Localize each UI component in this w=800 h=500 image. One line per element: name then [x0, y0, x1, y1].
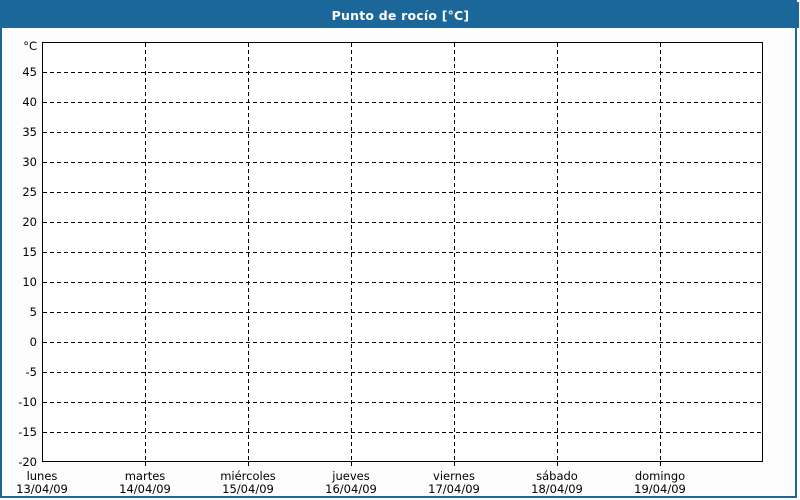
gridline-horizontal	[43, 432, 762, 433]
gridline-horizontal	[43, 372, 762, 373]
gridline-vertical	[557, 43, 558, 461]
gridline-horizontal	[43, 402, 762, 403]
y-axis-tick-label: 40	[22, 95, 37, 109]
gridline-horizontal	[43, 282, 762, 283]
gridline-horizontal	[43, 342, 762, 343]
gridline-vertical	[145, 43, 146, 461]
y-axis-tick-label: -15	[18, 425, 37, 439]
chart-title: Punto de rocío [°C]	[331, 7, 470, 23]
gridline-vertical	[454, 43, 455, 461]
x-axis-date-label: 19/04/09	[634, 482, 686, 496]
x-axis-tick	[351, 462, 352, 466]
chart-window: Punto de rocío [°C] °C 45 40 35 30 25 20 15 10 5 0…	[0, 0, 800, 500]
gridline-vertical	[248, 43, 249, 461]
y-axis-tick-label: -20	[18, 455, 37, 469]
y-axis-tick-label: 10	[22, 275, 37, 289]
y-axis-tick-label: 15	[22, 245, 37, 259]
gridline-horizontal	[43, 252, 762, 253]
y-axis-tick-label: 30	[22, 155, 37, 169]
x-axis-date-label: 14/04/09	[119, 482, 171, 496]
gridline-horizontal	[43, 102, 762, 103]
gridline-vertical	[660, 43, 661, 461]
x-axis-date-label: 17/04/09	[428, 482, 480, 496]
x-axis-tick	[557, 462, 558, 466]
x-axis-tick	[660, 462, 661, 466]
gridline-horizontal	[43, 72, 762, 73]
gridline-horizontal	[43, 132, 762, 133]
gridline-vertical	[351, 43, 352, 461]
y-axis-tick-label: 25	[22, 185, 37, 199]
y-axis-tick-label: -10	[18, 395, 37, 409]
y-axis-tick-label: 20	[22, 215, 37, 229]
gridline-horizontal	[43, 162, 762, 163]
gridline-horizontal	[43, 192, 762, 193]
gridline-horizontal	[43, 312, 762, 313]
chart-frame: Punto de rocío [°C] °C 45 40 35 30 25 20 15 10 5 0…	[0, 0, 799, 498]
y-axis-tick-label: -5	[25, 365, 37, 379]
gridline-horizontal	[43, 222, 762, 223]
x-axis-date-label: 18/04/09	[531, 482, 583, 496]
x-axis-date-label: 16/04/09	[325, 482, 377, 496]
x-axis-tick	[145, 462, 146, 466]
x-axis-date-label: 15/04/09	[222, 482, 274, 496]
x-axis-tick	[454, 462, 455, 466]
x-axis-date-label: 13/04/09	[16, 482, 68, 496]
y-axis-unit-label: °C	[23, 39, 37, 53]
y-axis-tick-label: 45	[22, 65, 37, 79]
y-axis-tick-label: 0	[29, 335, 37, 349]
y-axis-tick-label: 35	[22, 125, 37, 139]
y-axis-tick-label: 5	[29, 305, 37, 319]
chart-title-bar: Punto de rocío [°C]	[2, 2, 799, 28]
x-axis-tick	[248, 462, 249, 466]
